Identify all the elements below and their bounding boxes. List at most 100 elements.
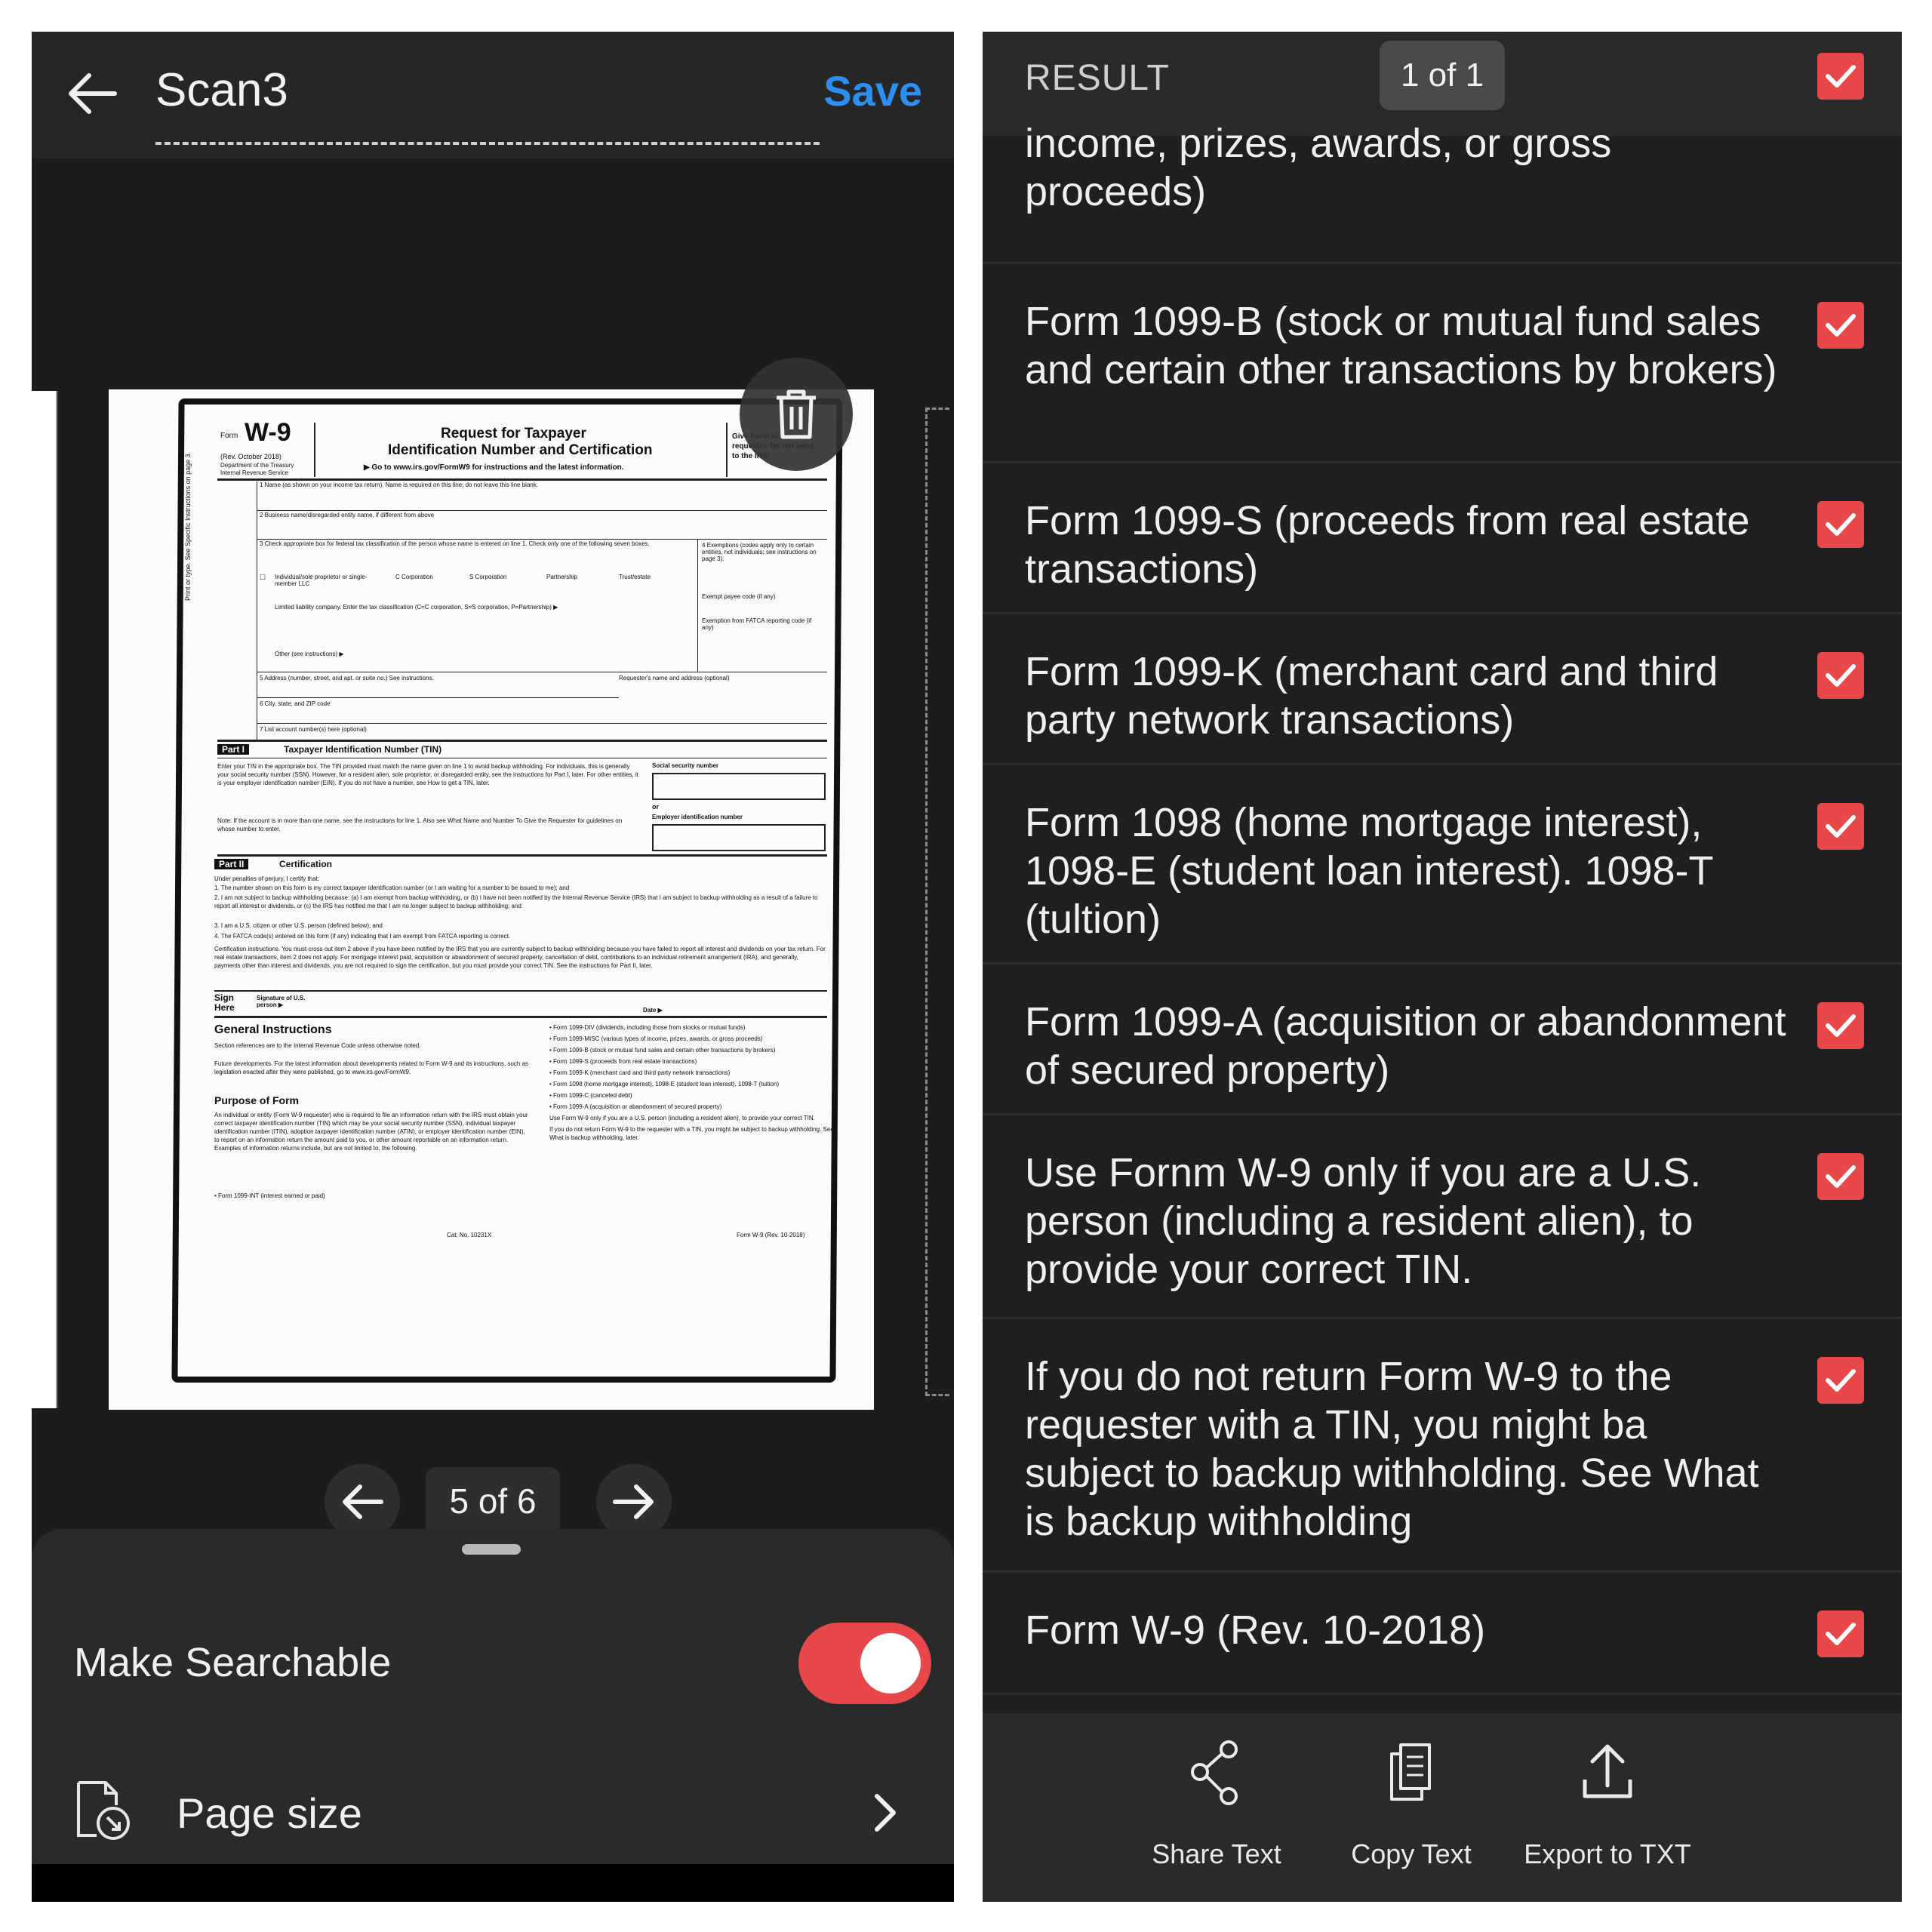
checkmark-icon (1826, 65, 1856, 88)
sheet-drag-handle[interactable] (462, 1544, 521, 1555)
form-dept2: Internal Revenue Service (220, 469, 288, 476)
result-line-item[interactable]: Form W-9 (Rev. 10-2018) (983, 1573, 1902, 1695)
form-goto: ▶ Go to www.irs.gov/FormW9 for instructi… (364, 463, 624, 472)
checkmark-icon (1826, 314, 1856, 337)
form-ssn-label: Social security number (652, 762, 719, 769)
form-purpose-text: An individual or entity (Form W-9 reques… (214, 1112, 528, 1152)
result-line-text: Form 1099-K (merchant card and third par… (1025, 649, 1718, 743)
result-line-text: Use Fornm W-9 only if you are a U.S. per… (1025, 1150, 1702, 1292)
checkmark-icon (1826, 664, 1856, 687)
next-page-thumbnail[interactable] (925, 408, 949, 1396)
result-line-checkbox[interactable] (1817, 652, 1864, 699)
form-right-col-line: • Form 1099-DIV (dividends, including th… (549, 1024, 746, 1031)
form-future: Future developments. For the latest info… (214, 1060, 529, 1075)
form-part2: Part II (214, 859, 249, 869)
form-right-col-line: • Form 1098 (home mortgage interest), 10… (549, 1081, 780, 1088)
form-part1-note: Note: If the account is in more than one… (217, 817, 623, 832)
result-line-item[interactable]: Form 1099-B (stock or mutual fund sales … (983, 264, 1902, 463)
form-other: Other (see instructions) ▶ (275, 651, 344, 657)
form-fatca: Exemption from FATCA reporting code (if … (702, 617, 812, 631)
copy-text-button[interactable]: Copy Text (1321, 1728, 1502, 1879)
result-line-item[interactable]: Form 1098 (home mortgage interest), 1098… (983, 765, 1902, 964)
arrow-left-icon (343, 1484, 383, 1519)
form-line6: 6 City, state, and ZIP code (260, 700, 331, 707)
form-title-line2: Identification Number and Certification (388, 442, 653, 458)
back-button[interactable] (62, 63, 122, 124)
result-line-text: Form W-9 (Rev. 10-2018) (1025, 1607, 1486, 1653)
editor-header: Scan3 Save (32, 32, 954, 158)
export-txt-label: Export to TXT (1524, 1838, 1691, 1869)
form-part1: Part I (217, 744, 250, 755)
form-right-col-line: • Form 1099-S (proceeds from real estate… (549, 1058, 697, 1065)
result-line-item[interactable]: Use Fornm W-9 only if you are a U.S. per… (983, 1115, 1902, 1319)
result-line-item[interactable]: Form 1099-K (merchant card and third par… (983, 614, 1902, 765)
form-line3: 3 Check appropriate box for federal tax … (260, 540, 650, 547)
result-line-checkbox[interactable] (1817, 1002, 1864, 1049)
share-text-button[interactable]: Share Text (1126, 1728, 1307, 1879)
options-bottom-sheet: Make Searchable Page size (32, 1529, 954, 1902)
form-1099-int: • Form 1099-INT (interest earned or paid… (214, 1192, 325, 1199)
result-line-checkbox[interactable] (1817, 501, 1864, 548)
form-right-col-line: Use Form W-9 only if you are a U.S. pers… (549, 1115, 815, 1121)
scanned-page: Form W-9 (Rev. October 2018) Department … (109, 389, 874, 1410)
form-name: W-9 (245, 418, 291, 447)
page-preview-area: Form W-9 (Rev. October 2018) Department … (32, 158, 954, 1562)
save-button[interactable]: Save (823, 66, 922, 115)
previous-page-thumbnail[interactable] (32, 391, 57, 1408)
result-line-checkbox[interactable] (1817, 1153, 1864, 1200)
scan-editor-panel: Scan3 Save Form W-9 (Rev. October 2018) … (32, 32, 954, 1902)
form-right-col-line: • Form 1099-K (merchant card and third p… (549, 1069, 731, 1076)
page-size-label: Page size (177, 1789, 362, 1837)
form-box-individual: Individual/sole proprietor or single-mem… (275, 574, 368, 587)
copy-text-label: Copy Text (1351, 1838, 1472, 1869)
form-ein-box (652, 824, 826, 851)
arrow-right-icon (613, 1484, 654, 1519)
form-rev: (Rev. October 2018) (220, 453, 281, 460)
page-size-icon (77, 1781, 130, 1840)
form-right-col-line: • Form 1099-MISC (various types of incom… (549, 1035, 763, 1042)
form-general-instructions: General Instructions (214, 1023, 332, 1036)
form-box-ccorp: C Corporation (395, 574, 433, 580)
result-line-checkbox[interactable] (1817, 302, 1864, 349)
ocr-result-panel: RESULT 1 of 1 income, prizes, awards, or… (983, 32, 1902, 1902)
form-line5: 5 Address (number, street, and apt. or s… (260, 675, 434, 681)
form-cert4: 4. The FATCA code(s) entered on this for… (214, 933, 511, 940)
form-date: Date ▶ (643, 1007, 663, 1014)
share-icon (1191, 1740, 1238, 1805)
page-indicator: 5 of 6 (426, 1467, 560, 1535)
form-footer: Form W-9 (Rev. 10-2018) (737, 1232, 805, 1238)
form-signature: Signature of U.S. person ▶ (257, 995, 306, 1008)
previous-page-button[interactable] (325, 1464, 400, 1540)
result-line-checkbox[interactable] (1817, 803, 1864, 850)
delete-page-button[interactable] (740, 358, 853, 471)
result-line-text: Form 1099-A (acquisition or abandonment … (1025, 999, 1786, 1093)
trash-icon (777, 389, 816, 439)
form-purpose-heading: Purpose of Form (214, 1094, 300, 1106)
export-txt-button[interactable]: Export to TXT (1517, 1728, 1698, 1879)
make-searchable-label: Make Searchable (74, 1640, 392, 1685)
form-ssn-box (652, 773, 826, 800)
result-line-item[interactable]: income, prizes, awards, or gross proceed… (983, 121, 1902, 264)
make-searchable-toggle[interactable] (798, 1623, 931, 1704)
result-line-item[interactable]: Form 1099-A (acquisition or abandonment … (983, 964, 1902, 1115)
result-line-item[interactable]: Form 1099-S (proceeds from real estate t… (983, 463, 1902, 614)
form-part2-title: Certification (279, 859, 333, 869)
result-line-text: Form 1099-S (proceeds from real estate t… (1025, 498, 1750, 592)
form-right-col-line: • Form 1099-C (canceled debt) (549, 1092, 632, 1099)
result-line-item[interactable]: If you do not return Form W-9 to the req… (983, 1319, 1902, 1573)
form-side-label: Print or type. See Specific Instructions… (184, 451, 192, 601)
result-line-text: Form 1098 (home mortgage interest), 1098… (1025, 800, 1713, 942)
result-line-checkbox[interactable] (1817, 1611, 1864, 1657)
form-ein-label: Employer identification number (652, 814, 743, 820)
select-all-checkbox[interactable] (1817, 53, 1864, 100)
form-line2: 2 Business name/disregarded entity name,… (260, 512, 435, 518)
form-requester: Requester's name and address (optional) (619, 675, 730, 681)
document-title-input[interactable]: Scan3 (155, 63, 288, 117)
form-right-col-line: • Form 1099-B (stock or mutual fund sale… (549, 1047, 776, 1054)
form-box-scorp: S Corporation (469, 574, 507, 580)
next-page-button[interactable] (596, 1464, 672, 1540)
result-line-checkbox[interactable] (1817, 1357, 1864, 1404)
form-part1-title: Taxpayer Identification Number (TIN) (284, 744, 442, 755)
form-cert2: 2. I am not subject to backup withholdin… (214, 894, 818, 909)
page-size-row[interactable]: Page size (32, 1755, 954, 1876)
